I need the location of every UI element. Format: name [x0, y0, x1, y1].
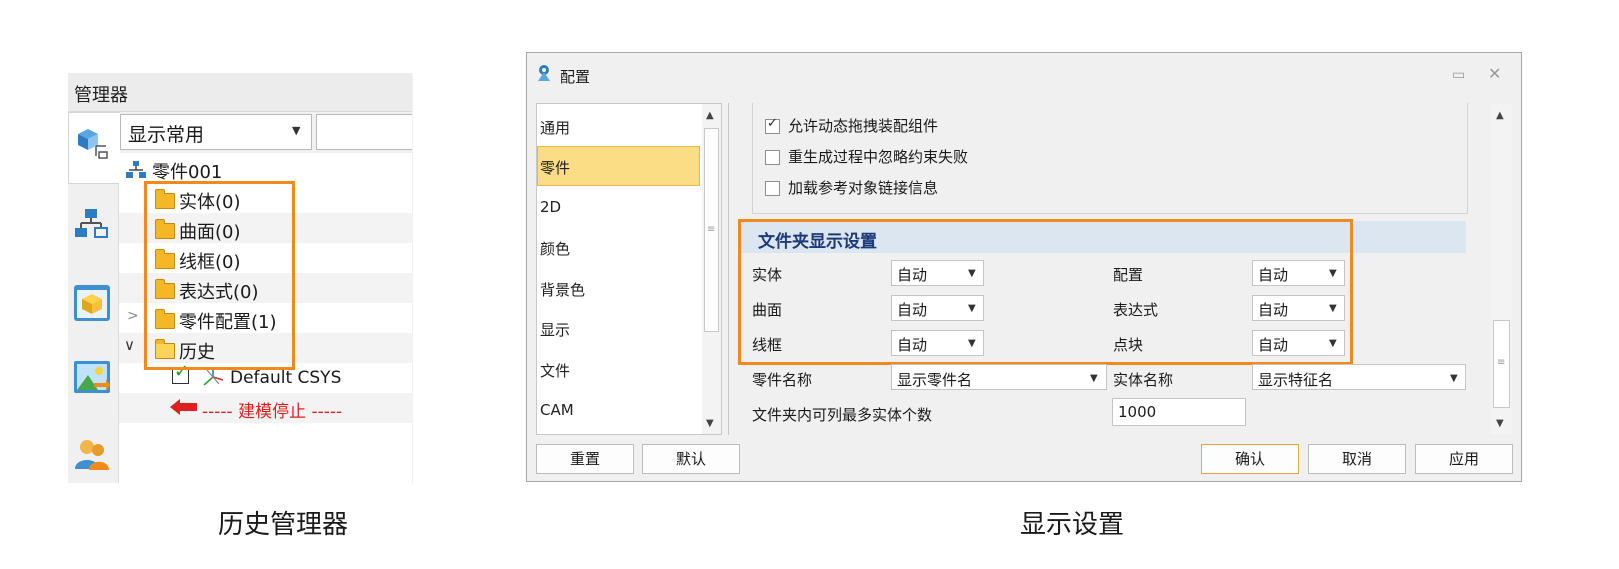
- checkbox-allow-drag[interactable]: [765, 116, 780, 134]
- dialog-titlebar: [527, 53, 1521, 97]
- category-item-cam[interactable]: CAM: [540, 401, 574, 419]
- label-ignore-constraint-fail: 重生成过程中忽略约束失败: [788, 148, 969, 166]
- view-manager-icon[interactable]: [72, 283, 112, 323]
- ok-button[interactable]: 确认: [1201, 444, 1299, 474]
- scroll-down-icon[interactable]: ▼: [1496, 418, 1504, 429]
- default-button[interactable]: 默认: [642, 444, 740, 474]
- config-app-icon: [538, 65, 550, 81]
- close-icon[interactable]: ✕: [1488, 64, 1501, 83]
- category-item-display[interactable]: 显示: [540, 319, 570, 340]
- assembly-tree-icon[interactable]: [72, 205, 112, 245]
- label-body-name: 实体名称: [1113, 371, 1174, 389]
- category-item-2d[interactable]: 2D: [540, 198, 561, 216]
- category-item-general[interactable]: 通用: [540, 117, 570, 138]
- checkbox-load-reference-links[interactable]: [765, 181, 780, 196]
- chevron-down-icon: ▼: [1450, 373, 1458, 384]
- category-item-file[interactable]: 文件: [540, 360, 570, 381]
- help-icon[interactable]: ▭: [1452, 67, 1465, 83]
- chevron-down-icon[interactable]: ∨: [124, 336, 135, 354]
- reset-button[interactable]: 重置: [536, 444, 634, 474]
- scroll-up-icon[interactable]: ▲: [706, 110, 714, 121]
- dialog-title: 配置: [560, 68, 591, 86]
- apply-button[interactable]: 应用: [1415, 444, 1513, 474]
- highlight-box: [738, 219, 1353, 365]
- image-manager-icon[interactable]: [72, 357, 112, 397]
- scroll-down-icon[interactable]: ▼: [706, 418, 714, 429]
- highlight-box: [144, 181, 295, 370]
- modeling-stop-marker[interactable]: ----- 建模停止 -----: [202, 397, 342, 422]
- tree-row-bg: [119, 423, 412, 453]
- user-icon[interactable]: [72, 435, 112, 475]
- scroll-up-icon[interactable]: ▲: [1496, 110, 1504, 121]
- category-item-part[interactable]: 零件: [540, 157, 570, 178]
- label-load-reference-links: 加载参考对象链接信息: [788, 179, 939, 197]
- filter-dropdown-value: 显示常用: [128, 124, 205, 146]
- grip-icon: ≡: [1497, 357, 1506, 368]
- label-max-bodies: 文件夹内可列最多实体个数: [752, 406, 933, 424]
- part-root-icon: [126, 161, 146, 178]
- grip-icon: ≡: [707, 224, 716, 235]
- tree-item-default-csys[interactable]: Default CSYS: [230, 368, 341, 388]
- checkbox-ignore-constraint-fail[interactable]: [765, 150, 780, 165]
- part-name-value: 显示零件名: [897, 371, 973, 389]
- category-item-background[interactable]: 背景色: [540, 279, 585, 300]
- max-bodies-value: 1000: [1118, 403, 1157, 421]
- label-part-name: 零件名称: [752, 371, 813, 389]
- chevron-down-icon: ▼: [1090, 373, 1098, 384]
- caption-history-manager: 历史管理器: [218, 510, 349, 540]
- arrow-left-icon: [170, 399, 197, 415]
- panel-title: 管理器: [74, 85, 128, 106]
- cancel-button[interactable]: 取消: [1308, 444, 1406, 474]
- part-tree-icon[interactable]: [72, 124, 112, 164]
- caption-display-settings: 显示设置: [1020, 510, 1125, 540]
- body-name-value: 显示特征名: [1258, 371, 1334, 389]
- category-item-color[interactable]: 颜色: [540, 238, 570, 259]
- search-input[interactable]: [316, 114, 412, 150]
- chevron-down-icon: ▼: [292, 124, 301, 137]
- chevron-right-icon[interactable]: >: [127, 308, 139, 324]
- label-allow-drag: 允许动态拖拽装配组件: [788, 117, 939, 135]
